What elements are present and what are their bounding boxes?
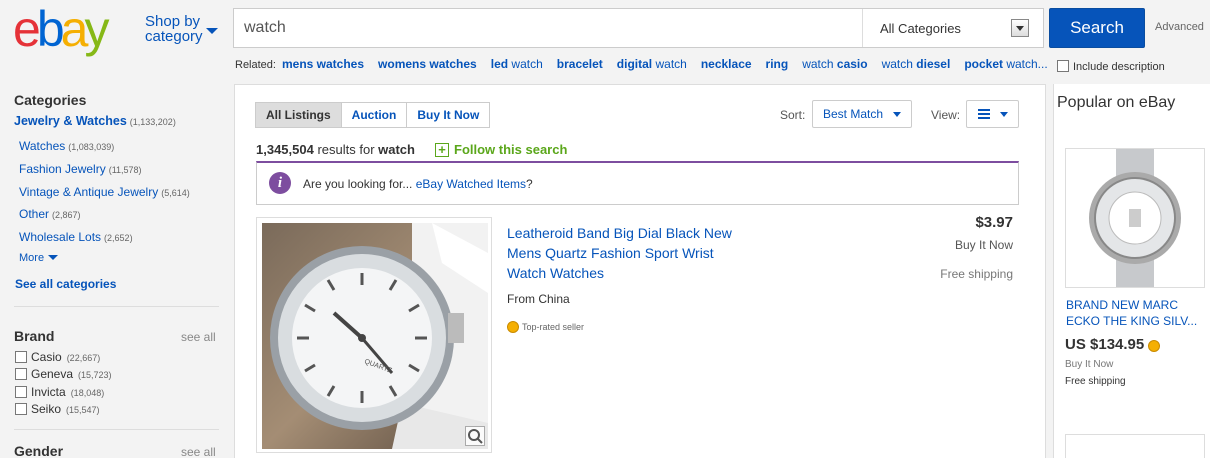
- related-link[interactable]: womens watches: [378, 57, 477, 71]
- result-count: 1,345,504 results for watch: [256, 142, 415, 157]
- header: ebay Shop by category All Categories Sea…: [0, 0, 1210, 84]
- brand-filter-invicta[interactable]: Invicta (18,048): [15, 385, 104, 399]
- medal-icon: [507, 321, 519, 333]
- brand-see-all-link[interactable]: see all: [181, 330, 216, 344]
- item-shipping: Free shipping: [940, 267, 1013, 281]
- list-view-icon: [978, 109, 990, 119]
- sort-label: Sort:: [780, 108, 806, 122]
- category-link-other[interactable]: Other (2,867): [19, 207, 81, 221]
- related-link[interactable]: watch casio: [802, 57, 867, 71]
- search-input[interactable]: [234, 9, 862, 47]
- related-label: Related:: [235, 59, 276, 71]
- advanced-search-link[interactable]: Advanced: [1155, 21, 1204, 33]
- shop-by-category-button[interactable]: Shop by category: [145, 13, 218, 45]
- popular-heading: Popular on eBay: [1057, 94, 1176, 111]
- plus-icon: +: [435, 143, 449, 157]
- divider: [14, 306, 219, 307]
- category-link-fashion-jewelry[interactable]: Fashion Jewelry (11,578): [19, 162, 142, 176]
- follow-search-button[interactable]: + Follow this search: [435, 142, 567, 157]
- popular-item-shipping: Free shipping: [1065, 376, 1126, 387]
- checkbox[interactable]: [15, 386, 27, 398]
- item-title-link[interactable]: Leatheroid Band Big Dial Black New Mens …: [507, 223, 747, 283]
- category-link-vintage-antique[interactable]: Vintage & Antique Jewelry (5,614): [19, 185, 190, 199]
- results-panel: All Listings Auction Buy It Now Sort: Be…: [234, 84, 1046, 458]
- gender-heading: Gender: [14, 443, 64, 458]
- item-location: From China: [507, 292, 570, 306]
- gender-see-all-link[interactable]: see all: [181, 445, 216, 458]
- related-link[interactable]: digital watch: [617, 57, 687, 71]
- related-link[interactable]: watch diesel: [882, 57, 951, 71]
- checkbox[interactable]: [15, 368, 27, 380]
- left-sidebar: Categories Jewelry & Watches (1,133,202) …: [0, 84, 230, 458]
- brand-filter-geneva[interactable]: Geneva (15,723): [15, 367, 112, 381]
- include-description-option[interactable]: Include description: [1057, 60, 1165, 73]
- brand-heading: Brand: [14, 328, 55, 344]
- include-description-checkbox[interactable]: [1057, 60, 1069, 72]
- related-link[interactable]: pocket watch...: [964, 57, 1047, 71]
- popular-item-image-2[interactable]: [1065, 434, 1205, 458]
- watch-photo: QUARTZ: [262, 223, 488, 449]
- view-dropdown[interactable]: [966, 100, 1019, 128]
- brand-filter-casio[interactable]: Casio (22,667): [15, 350, 100, 364]
- category-select-value: All Categories: [880, 21, 961, 36]
- suggestion-banner: i Are you looking for... eBay Watched It…: [256, 161, 1019, 205]
- item-image[interactable]: QUARTZ: [256, 217, 492, 453]
- related-searches: Related: mens watches womens watches led wa…: [235, 57, 1062, 71]
- listing-tabs: All Listings Auction Buy It Now: [255, 102, 491, 128]
- dropdown-arrow-icon: [1011, 19, 1029, 37]
- include-description-label: Include description: [1073, 61, 1165, 73]
- related-link[interactable]: led watch: [491, 57, 543, 71]
- search-box: All Categories: [233, 8, 1044, 48]
- popular-sidebar: Popular on eBay BRAND NEW MARC ECKO THE …: [1053, 84, 1210, 458]
- item-price: $3.97: [975, 214, 1013, 231]
- sort-dropdown[interactable]: Best Match: [812, 100, 912, 128]
- chevron-down-icon: [1000, 112, 1008, 117]
- category-link-watches[interactable]: Watches (1,083,039): [19, 139, 114, 153]
- tab-auction[interactable]: Auction: [340, 103, 407, 127]
- category-link-wholesale-lots[interactable]: Wholesale Lots (2,652): [19, 230, 133, 244]
- checkbox[interactable]: [15, 351, 27, 363]
- popular-item-image[interactable]: [1065, 148, 1205, 288]
- item-format: Buy It Now: [954, 238, 1013, 252]
- category-link-jewelry-watches[interactable]: Jewelry & Watches (1,133,202): [14, 114, 176, 128]
- category-select[interactable]: All Categories: [862, 9, 1043, 47]
- medal-icon: [1148, 340, 1161, 352]
- tab-all-listings[interactable]: All Listings: [256, 103, 341, 127]
- info-icon: i: [269, 172, 291, 194]
- shop-by-label: Shop by category: [145, 13, 203, 45]
- popular-item-title-link[interactable]: BRAND NEW MARC ECKO THE KING SILV...: [1066, 297, 1206, 329]
- see-all-categories-link[interactable]: See all categories: [15, 277, 116, 291]
- related-link[interactable]: mens watches: [282, 57, 364, 71]
- chevron-down-icon: [206, 28, 218, 34]
- checkbox[interactable]: [15, 403, 27, 415]
- categories-heading: Categories: [14, 92, 87, 108]
- watch-image-icon: [1089, 149, 1181, 287]
- ebay-logo[interactable]: ebay: [13, 3, 109, 55]
- tab-buy-it-now[interactable]: Buy It Now: [406, 103, 490, 127]
- more-categories-link[interactable]: More: [19, 252, 58, 264]
- brand-filter-seiko[interactable]: Seiko (15,547): [15, 402, 100, 416]
- popular-item-format: Buy It Now: [1065, 359, 1114, 370]
- view-label: View:: [931, 108, 961, 122]
- related-link[interactable]: necklace: [701, 57, 752, 71]
- top-rated-seller-badge: Top-rated seller: [507, 321, 584, 333]
- divider: [14, 429, 219, 430]
- related-link[interactable]: ring: [766, 57, 789, 71]
- popular-item-price: US $134.95: [1065, 336, 1163, 353]
- zoom-icon[interactable]: [465, 426, 485, 446]
- suggestion-link[interactable]: eBay Watched Items: [416, 177, 526, 191]
- search-button[interactable]: Search: [1049, 8, 1145, 48]
- related-link[interactable]: bracelet: [557, 57, 603, 71]
- watch-image-icon: QUARTZ: [270, 223, 488, 449]
